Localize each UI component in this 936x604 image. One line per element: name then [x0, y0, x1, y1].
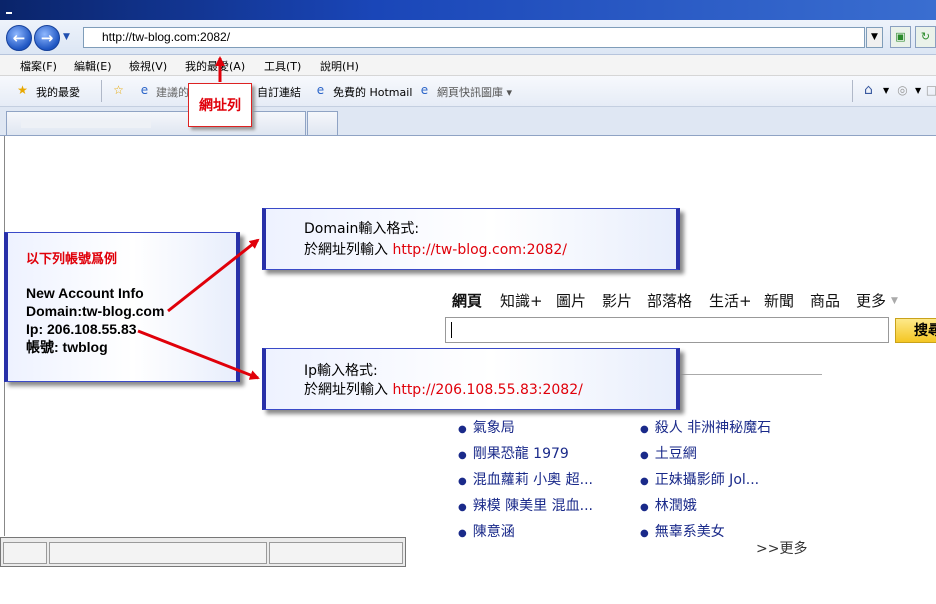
arrow-to-ip-box	[137, 329, 260, 380]
annotation-arrows	[137, 56, 260, 380]
arrow-to-domain-box	[167, 238, 260, 313]
